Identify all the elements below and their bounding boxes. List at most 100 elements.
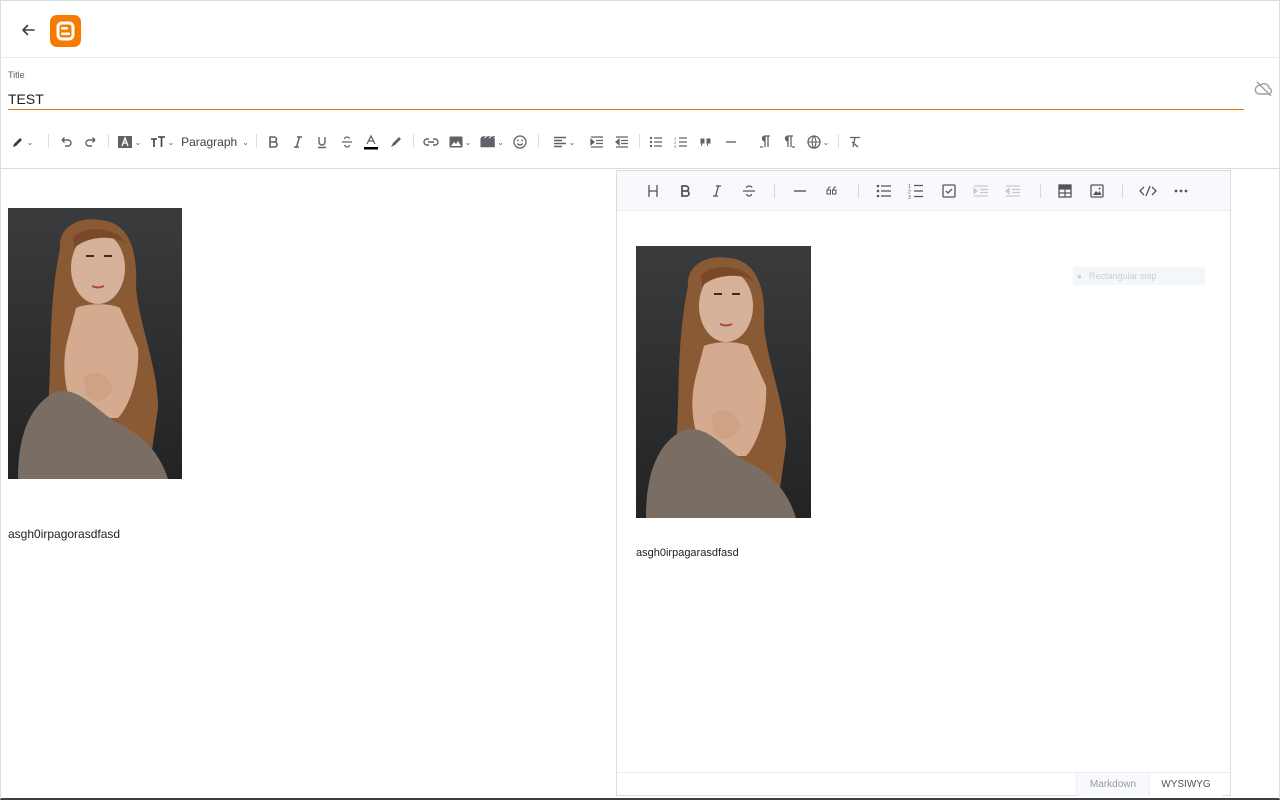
tab-wysiwyg[interactable]: WYSIWYG (1150, 773, 1222, 796)
ltr-button[interactable] (756, 132, 774, 152)
table-icon (1058, 184, 1072, 198)
paragraph-select[interactable]: Paragraph ⌄ (181, 132, 249, 152)
language-button[interactable]: ⌄ (806, 132, 830, 152)
wysiwyg-editor-panel: 123 ● Rectangular snip asgh0irpagarasdfa… (616, 170, 1231, 796)
text-style-icon (117, 136, 132, 148)
editor-bullet-list-button[interactable] (874, 181, 894, 201)
text-style-button[interactable]: ⌄ (116, 132, 142, 152)
more-horizontal-icon (1174, 189, 1188, 193)
quote-button[interactable] (697, 132, 715, 152)
strikethrough-button[interactable] (338, 132, 356, 152)
editor-mode-switch: Markdown WYSIWYG (617, 772, 1230, 796)
editor-toolbar-divider (1040, 184, 1041, 198)
rtl-icon (784, 135, 795, 148)
title-input[interactable] (8, 88, 1244, 110)
highlight-button[interactable] (387, 132, 405, 152)
blogger-logo-icon[interactable] (50, 15, 81, 47)
title-label: Title (8, 70, 25, 80)
editor-quote-button[interactable] (822, 181, 842, 201)
image-icon (1090, 184, 1104, 198)
ltr-icon (760, 135, 770, 148)
bullet-list-icon (876, 184, 891, 198)
arrow-back-icon (22, 24, 35, 36)
font-size-icon (150, 136, 165, 147)
editor-body-text[interactable]: asgh0irpagarasdfasd (636, 547, 739, 559)
editor-hr-button[interactable] (790, 181, 810, 201)
numbered-list-icon: 123 (908, 184, 923, 199)
tooltip-bullet-icon: ● (1077, 271, 1082, 281)
strikethrough-icon (342, 136, 352, 148)
redo-button[interactable] (81, 132, 101, 152)
bullet-list-button[interactable] (647, 132, 665, 152)
editor-task-button[interactable] (939, 181, 959, 201)
insert-video-button[interactable]: ⌄ (480, 132, 504, 152)
title-field: Title (8, 68, 1244, 112)
text-color-button[interactable] (362, 132, 380, 152)
outdent-button[interactable] (613, 132, 631, 152)
editor-ordered-list-button[interactable]: 123 (906, 181, 926, 201)
align-left-icon (553, 136, 566, 148)
editor-toolbar-divider (858, 184, 859, 198)
bold-button[interactable] (264, 132, 282, 152)
clear-format-button[interactable] (846, 132, 864, 152)
outdent-icon (615, 136, 628, 148)
editor-bold-button[interactable] (675, 181, 695, 201)
font-size-button[interactable]: ⌄ (149, 132, 175, 152)
video-icon (480, 136, 496, 148)
editor-toolbar-divider (774, 184, 775, 198)
back-button[interactable] (14, 16, 42, 44)
indent-icon (590, 136, 603, 148)
toolbar-bottom-divider (0, 168, 1280, 169)
app-header (0, 0, 1280, 58)
editor-more-button[interactable] (1171, 181, 1191, 201)
bullet-list-icon (649, 136, 662, 148)
svg-text:3: 3 (674, 144, 677, 148)
post-photo-right[interactable] (636, 246, 811, 518)
editor-toolbar-divider (1122, 184, 1123, 198)
link-button[interactable] (421, 132, 441, 152)
svg-text:3: 3 (908, 195, 911, 199)
left-body-text: asgh0irpagorasdfasd (8, 527, 121, 541)
emoji-button[interactable] (510, 132, 530, 152)
underline-icon (318, 137, 326, 149)
link-icon (423, 138, 439, 146)
insert-image-button[interactable]: ⌄ (448, 132, 472, 152)
quote-icon (700, 138, 711, 147)
editor-italic-button[interactable] (707, 181, 727, 201)
underline-button[interactable] (313, 132, 331, 152)
bold-icon (269, 136, 278, 148)
numbered-list-button[interactable]: 123 (672, 132, 690, 152)
checkbox-icon (942, 184, 956, 198)
horizontal-rule-icon (794, 190, 806, 192)
editor-code-button[interactable] (1138, 181, 1158, 201)
pencil-mode-button[interactable]: ⌄ (8, 132, 36, 152)
heading-button[interactable] (643, 181, 663, 201)
globe-icon (806, 135, 821, 149)
post-photo-left[interactable] (8, 208, 182, 479)
horizontal-rule-button[interactable] (722, 132, 740, 152)
indent-button[interactable] (588, 132, 606, 152)
paragraph-select-label: Paragraph (181, 135, 238, 149)
text-color-icon (364, 134, 378, 150)
editor-indent-button[interactable] (971, 181, 991, 201)
align-button[interactable]: ⌄ (551, 132, 577, 152)
undo-button[interactable] (56, 132, 76, 152)
outdent-icon (1005, 185, 1020, 197)
horizontal-rule-icon (726, 141, 736, 143)
editor-strike-button[interactable] (739, 181, 759, 201)
editor-table-button[interactable] (1055, 181, 1075, 201)
redo-icon (85, 137, 96, 147)
editor-outdent-button[interactable] (1003, 181, 1023, 201)
rtl-button[interactable] (781, 132, 799, 152)
toolbar-divider (48, 134, 49, 148)
italic-button[interactable] (289, 132, 307, 152)
editor-image-button[interactable] (1087, 181, 1107, 201)
tab-markdown[interactable]: Markdown (1076, 773, 1150, 796)
pencil-icon (12, 138, 22, 147)
cloud-off-icon[interactable] (1254, 79, 1274, 99)
clear-format-icon (850, 136, 860, 148)
undo-icon (61, 137, 72, 147)
italic-icon (713, 185, 721, 197)
toolbar-divider (538, 134, 539, 148)
indent-icon (973, 185, 988, 197)
